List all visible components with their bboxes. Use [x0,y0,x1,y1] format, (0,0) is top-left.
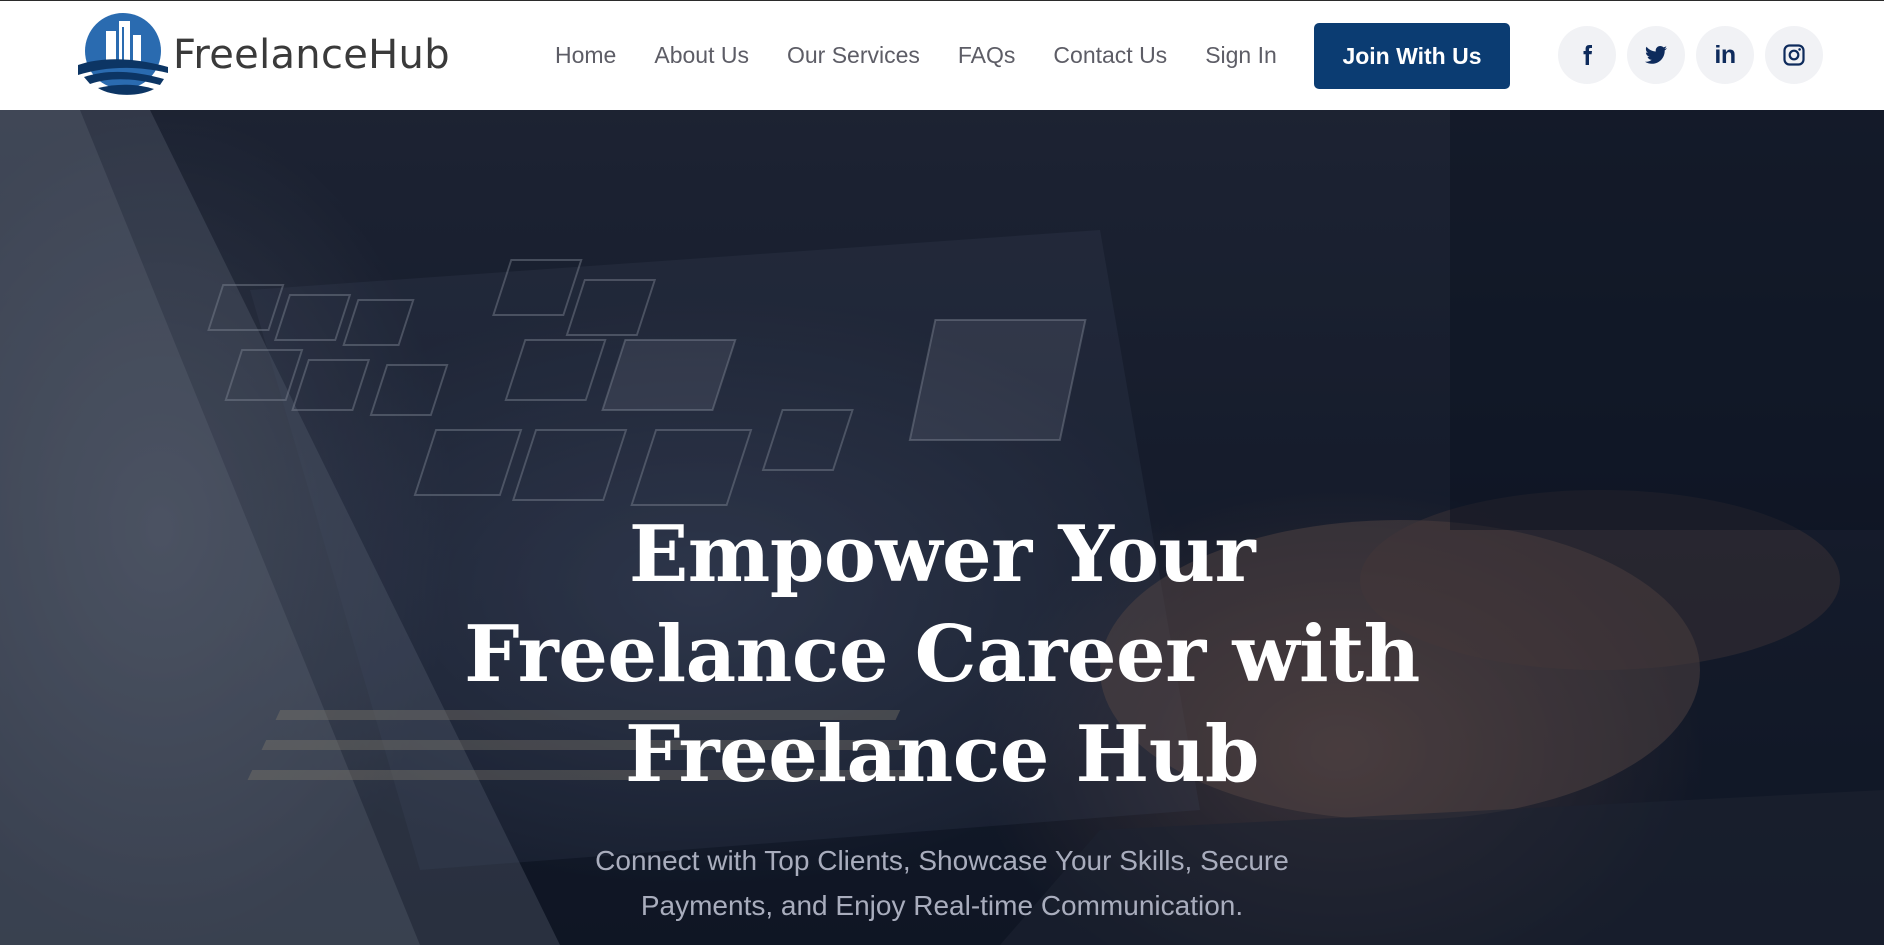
join-with-us-button[interactable]: Join With Us [1314,23,1510,89]
nav-sign-in[interactable]: Sign In [1205,42,1277,69]
main-nav: Home About Us Our Services FAQs Contact … [555,1,1277,110]
social-links: in [1558,26,1823,84]
hero-subtitle: Connect with Top Clients, Showcase Your … [522,838,1362,928]
hero-title-line-2: Freelance Career with [464,609,1420,700]
hero-title-line-3: Freelance Hub [625,709,1259,800]
linkedin-icon-glyph: in [1714,40,1736,69]
logo-link[interactable]: FreelanceHub [76,11,450,99]
nav-our-services[interactable]: Our Services [787,42,920,69]
nav-contact-us[interactable]: Contact Us [1053,42,1167,69]
hero-section: Empower Your Freelance Career with Freel… [0,110,1884,945]
linkedin-icon[interactable]: in [1696,26,1754,84]
nav-faqs[interactable]: FAQs [958,42,1016,69]
nav-about-us[interactable]: About Us [654,42,749,69]
facebook-icon[interactable] [1558,26,1616,84]
nav-home[interactable]: Home [555,42,616,69]
hero-title: Empower Your Freelance Career with Freel… [442,505,1442,805]
instagram-icon[interactable] [1765,26,1823,84]
logo-text: FreelanceHub [173,32,450,78]
logo-icon [78,13,168,95]
hero-subtitle-line-2: Payments, and Enjoy Real-time Communicat… [640,890,1244,921]
twitter-icon[interactable] [1627,26,1685,84]
site-header: FreelanceHub Home About Us Our Services … [0,1,1884,110]
hero-title-line-1: Empower Your [628,509,1256,600]
hero-subtitle-line-1: Connect with Top Clients, Showcase Your … [595,845,1289,876]
